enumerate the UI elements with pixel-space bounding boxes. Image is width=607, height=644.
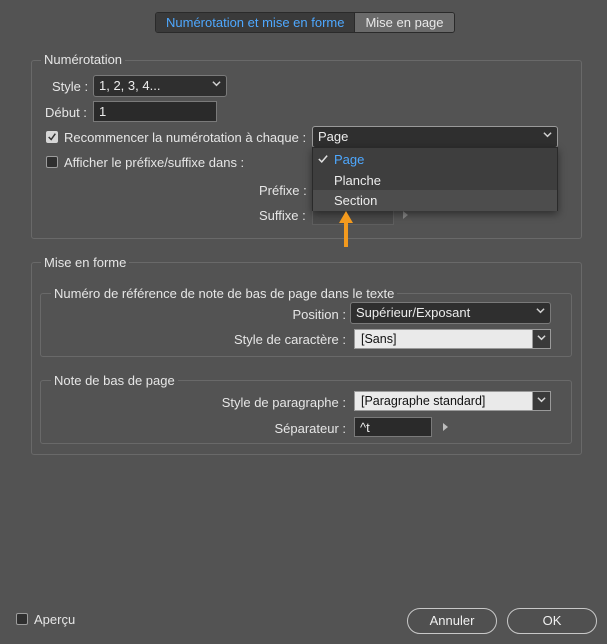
prefix-suffix-checkbox[interactable] [46, 156, 58, 168]
start-input[interactable]: 1 [93, 101, 217, 122]
suffix-label: Suffixe : [259, 208, 306, 223]
formatting-legend: Mise en forme [41, 255, 130, 270]
style-label: Style : [52, 79, 89, 94]
para-style-value: [Paragraphe standard] [361, 394, 486, 408]
checkmark-icon [48, 133, 56, 141]
char-style-value: [Sans] [361, 332, 397, 346]
chevron-down-icon [212, 81, 221, 87]
menu-item-page[interactable]: Page [313, 149, 557, 170]
numbering-style-dropdown[interactable]: 1, 2, 3, 4... [93, 75, 227, 97]
chevron-down-icon [537, 397, 546, 403]
triangle-right-icon[interactable] [443, 423, 448, 431]
char-style-label: Style de caractère : [234, 332, 346, 347]
position-dropdown[interactable]: Supérieur/Exposant [350, 302, 551, 324]
menu-item-spread-label: Planche [334, 173, 381, 188]
prefix-suffix-label: Afficher le préfixe/suffixe dans : [64, 155, 245, 170]
chevron-down-icon [537, 335, 546, 341]
preview-checkbox[interactable] [16, 613, 28, 625]
position-label: Position : [292, 307, 346, 322]
cancel-button[interactable]: Annuler [407, 608, 497, 634]
tab-layout[interactable]: Mise en page [355, 13, 454, 32]
separator-label: Séparateur : [274, 421, 346, 436]
tab-bar: Numérotation et mise en forme Mise en pa… [155, 12, 455, 33]
restart-checkbox[interactable] [46, 131, 58, 143]
tab-numbering-formatting[interactable]: Numérotation et mise en forme [156, 13, 356, 32]
restart-label: Recommencer la numérotation à chaque : [64, 130, 307, 145]
restart-dropdown[interactable]: Page [312, 126, 558, 148]
para-style-dropdown-button[interactable] [532, 392, 550, 410]
restart-value: Page [318, 129, 349, 144]
prefix-label: Préfixe : [259, 183, 307, 198]
triangle-right-icon[interactable] [403, 211, 408, 219]
chevron-down-icon [536, 308, 545, 314]
reference-legend: Numéro de référence de note de bas de pa… [51, 286, 398, 301]
numbering-legend: Numérotation [41, 52, 126, 67]
preview-label: Aperçu [34, 612, 76, 627]
chevron-down-icon [543, 132, 552, 138]
restart-menu: Page Planche Section [312, 147, 558, 211]
numbering-style-value: 1, 2, 3, 4... [99, 78, 161, 93]
para-style-dropdown[interactable]: [Paragraphe standard] [354, 391, 551, 411]
char-style-dropdown[interactable]: [Sans] [354, 329, 551, 349]
start-label: Début : [45, 105, 87, 120]
char-style-dropdown-button[interactable] [532, 330, 550, 348]
menu-item-spread[interactable]: Planche [313, 170, 557, 191]
ok-button[interactable]: OK [507, 608, 597, 634]
para-style-label: Style de paragraphe : [221, 395, 346, 410]
menu-item-section[interactable]: Section [313, 190, 557, 211]
menu-item-section-label: Section [334, 193, 378, 208]
menu-item-page-label: Page [334, 152, 365, 167]
arrow-up-icon [339, 211, 353, 247]
separator-input[interactable]: ^t [354, 417, 432, 437]
footnote-legend: Note de bas de page [51, 373, 178, 388]
checkmark-icon [318, 155, 328, 164]
position-value: Supérieur/Exposant [356, 305, 471, 320]
